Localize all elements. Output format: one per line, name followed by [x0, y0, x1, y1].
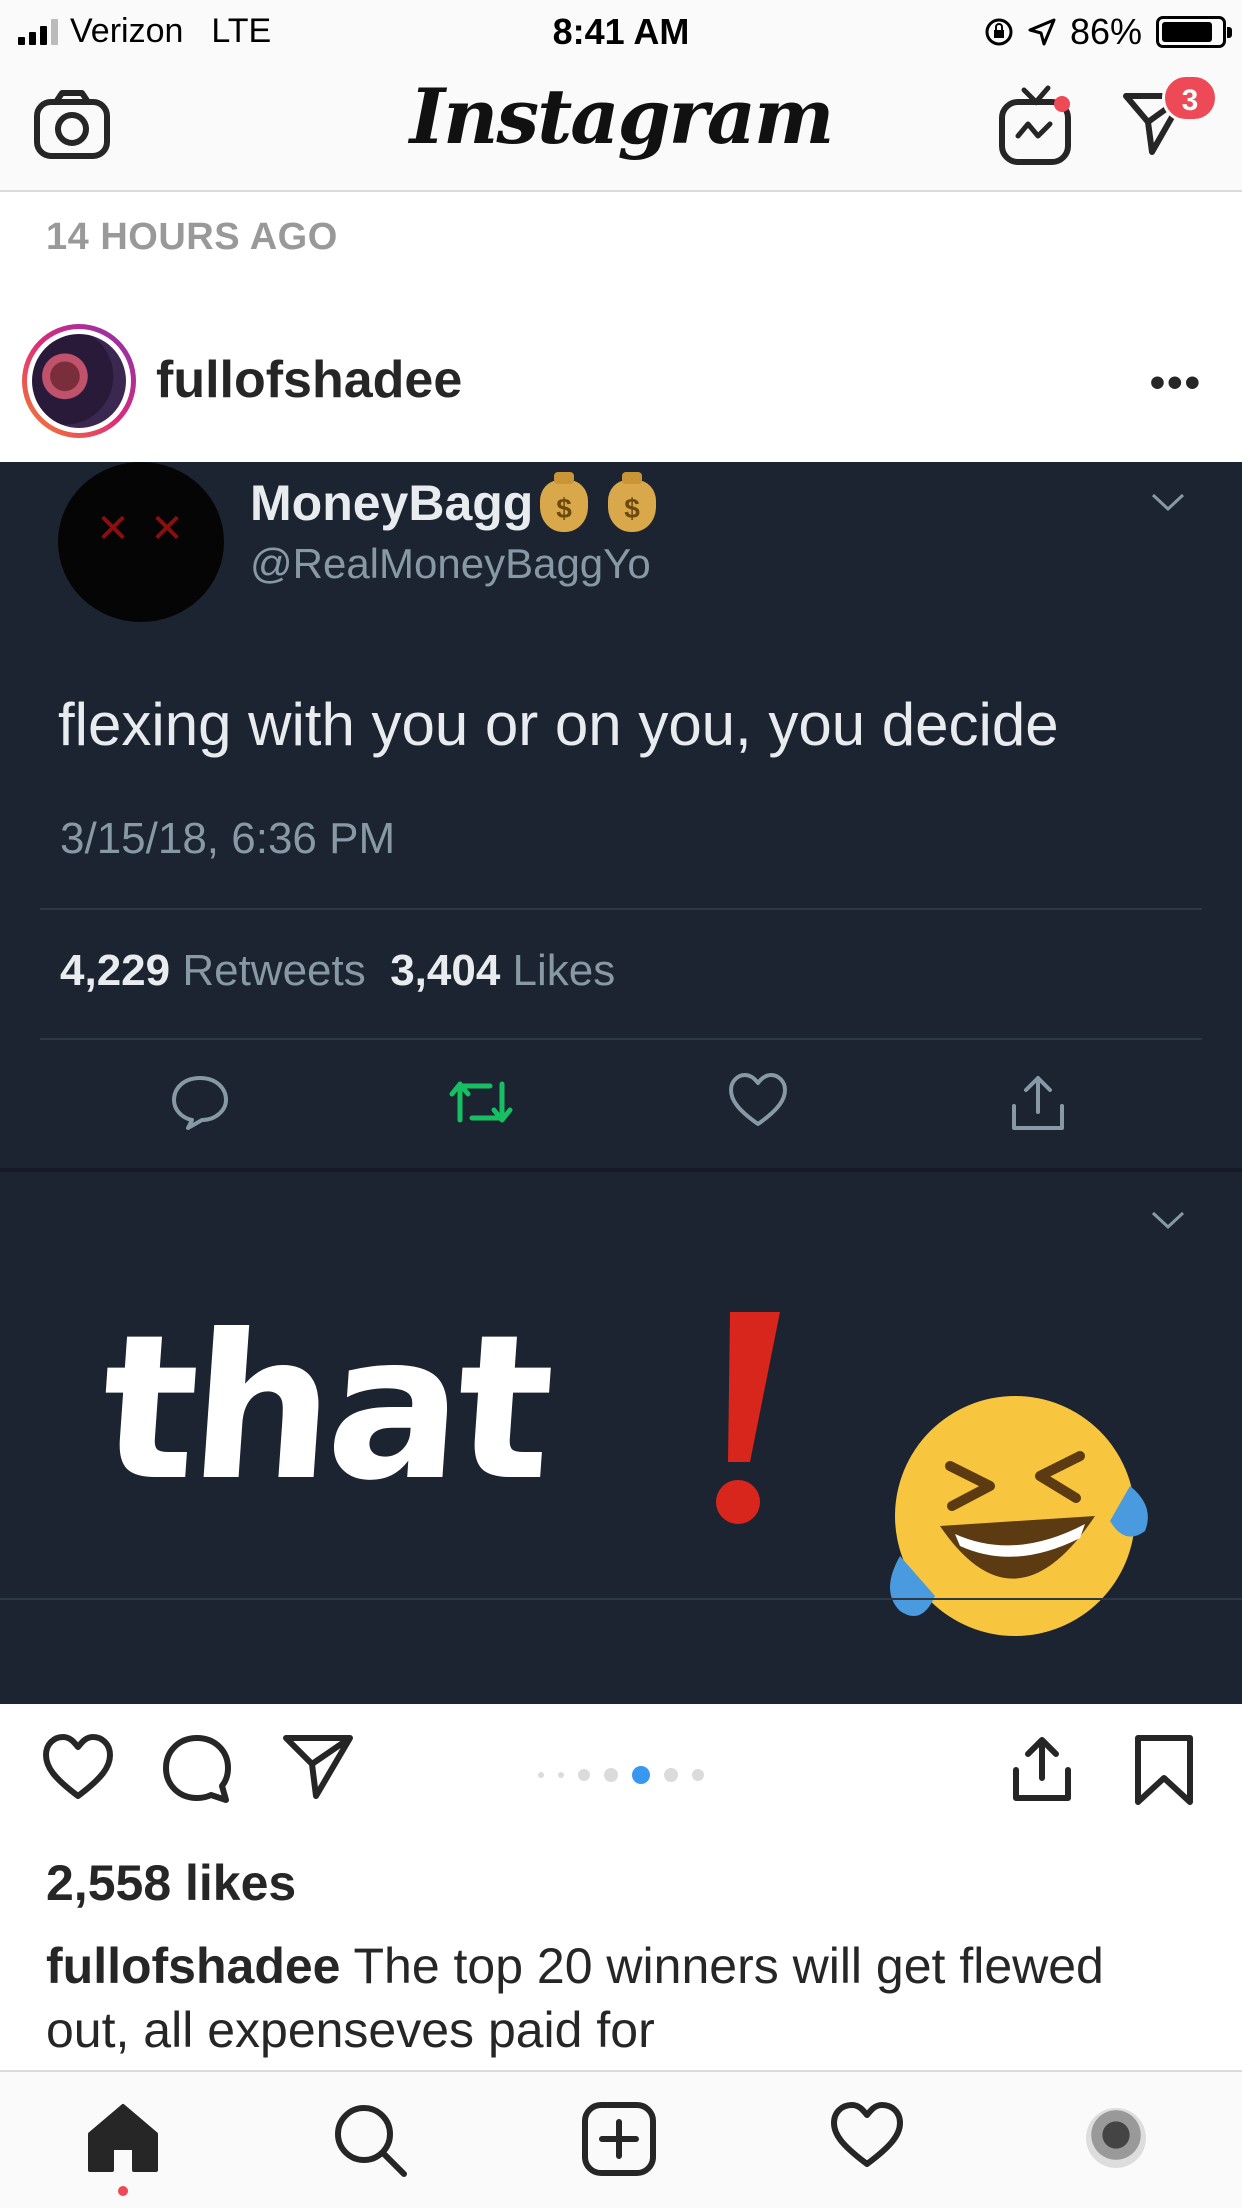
- battery-icon: [1156, 16, 1232, 48]
- retweet-count: 4,229: [60, 946, 171, 995]
- carousel-dot: [538, 1772, 544, 1778]
- more-options-icon[interactable]: •••: [1150, 358, 1202, 408]
- money-bag-icon: $: [608, 472, 656, 532]
- battery-percent: 86%: [1069, 11, 1142, 52]
- tweet-separator: [0, 1168, 1242, 1172]
- tweet-stats: 4,229 Retweets 3,404 Likes: [60, 946, 615, 996]
- tweet-heart-icon: [729, 1073, 787, 1126]
- tweet-date: 3/15/18, 6:36 PM: [60, 814, 396, 863]
- laughing-emoji-icon: [890, 1396, 1148, 1636]
- retweet-icon: [449, 1081, 513, 1123]
- tweet-author-name: MoneyBagg: [250, 475, 534, 531]
- post-image[interactable]: ✕ ✕ MoneyBagg $ $ @RealMoneyBaggYo flexi…: [0, 462, 1242, 1704]
- avatar-eye-icon: ✕: [150, 507, 184, 551]
- post-username[interactable]: fullofshadee: [156, 350, 462, 410]
- tweet-like-count: 3,404: [390, 946, 501, 995]
- carousel-dot: [604, 1768, 618, 1782]
- divider: [40, 908, 1202, 910]
- orientation-lock-icon: [985, 18, 1013, 46]
- post-time-ago: 14 HOURS AGO: [46, 216, 338, 258]
- avatar-image: [32, 334, 126, 428]
- carousel-indicator: [0, 1766, 1242, 1784]
- new-post-icon[interactable]: [582, 2102, 656, 2176]
- bottom-tab-bar: [0, 2070, 1242, 2208]
- carousel-dot: [664, 1768, 678, 1782]
- search-icon[interactable]: [332, 2102, 408, 2178]
- tweet-handle: @RealMoneyBaggYo: [250, 540, 651, 587]
- chevron-down-icon: [1151, 1211, 1185, 1230]
- tweet-share-icon: [1012, 1076, 1064, 1130]
- post-caption: fullofshadee The top 20 winners will get…: [46, 1934, 1196, 2062]
- status-bar: Verizon LTE 8:41 AM 86%: [0, 0, 1242, 62]
- status-right: 86%: [984, 11, 1232, 53]
- reply-text: that: [93, 1292, 555, 1525]
- carousel-dot: [578, 1769, 590, 1781]
- dm-badge: 3: [1162, 74, 1218, 122]
- avatar-eye-icon: ✕: [96, 507, 130, 551]
- divider: [40, 1038, 1202, 1040]
- exclamation-emoji-icon: [716, 1312, 780, 1524]
- reply-icon: [172, 1076, 228, 1130]
- profile-icon[interactable]: [1086, 2108, 1146, 2168]
- activity-icon[interactable]: [830, 2102, 904, 2168]
- top-navigation-bar: Instagram 3: [0, 62, 1242, 192]
- avatar[interactable]: [22, 324, 136, 438]
- divider: [0, 1598, 1242, 1600]
- tweet-like-label: Likes: [500, 946, 616, 995]
- carousel-dot-active: [632, 1766, 650, 1784]
- tweet-avatar: ✕ ✕: [58, 462, 224, 622]
- home-icon[interactable]: [86, 2102, 160, 2172]
- money-bag-icon: $: [540, 472, 588, 532]
- retweet-label: Retweets: [170, 946, 366, 995]
- carousel-dot: [692, 1769, 704, 1781]
- chevron-down-icon: [1151, 493, 1185, 512]
- tweet-text: flexing with you or on you, you decide: [58, 691, 1059, 758]
- caption-username[interactable]: fullofshadee: [46, 1938, 340, 1994]
- carousel-dot: [558, 1772, 564, 1778]
- battery-fill: [1162, 22, 1212, 42]
- likes-count[interactable]: 2,558 likes: [46, 1854, 296, 1912]
- money-bag-emojis: $ $: [540, 472, 656, 532]
- location-icon: [1028, 18, 1056, 46]
- notification-dot: [118, 2186, 128, 2196]
- igtv-icon[interactable]: [998, 84, 1074, 168]
